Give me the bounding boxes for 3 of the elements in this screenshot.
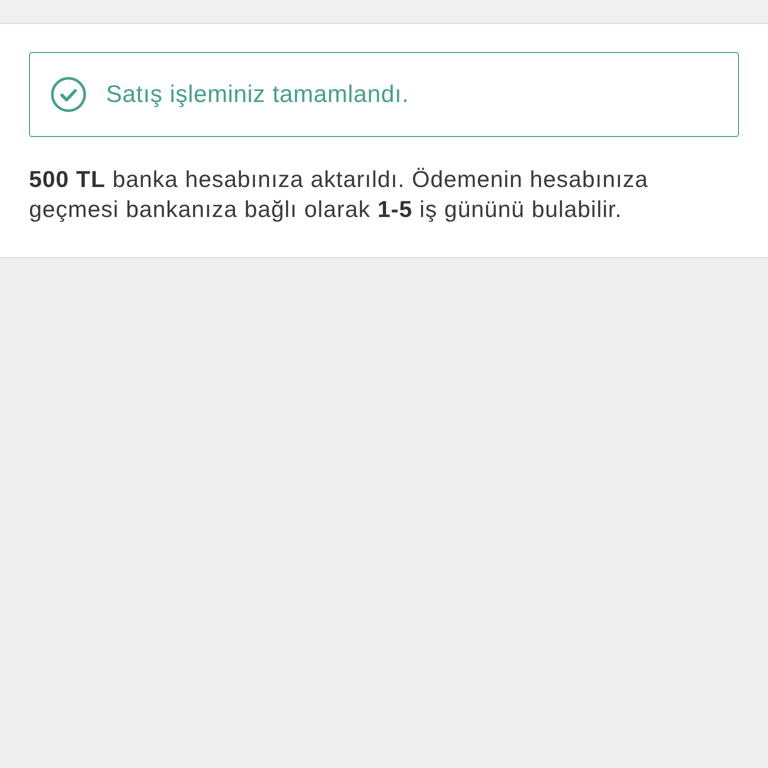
success-message: Satış işleminiz tamamlandı. [106, 80, 409, 110]
transfer-info-text: 500 TL banka hesabınıza aktarıldı. Ödemenin hesabınıza geçmesi bankanıza bağlı olarak 1-5 iş gününü bulabilir. [29, 165, 650, 224]
check-circle-icon [51, 77, 86, 112]
